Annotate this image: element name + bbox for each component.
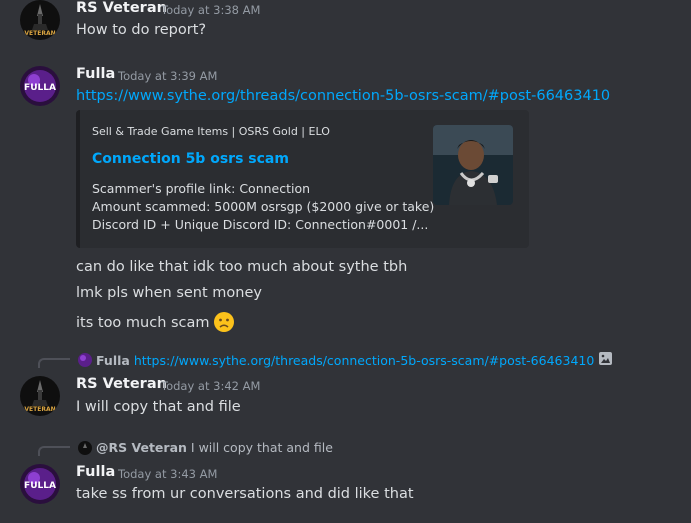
embed-description-line: Amount scammed: 5000M osrsgp ($2000 give…: [92, 199, 435, 214]
rs-veteran-avatar[interactable]: VETERAN: [20, 376, 60, 416]
reply-spine: [38, 358, 70, 368]
fulla-avatar-icon: FULLA: [20, 66, 60, 106]
message-text-content: its too much scam: [76, 315, 210, 331]
rs-veteran-avatar[interactable]: VETERAN: [20, 0, 60, 40]
embed-description-line: Scammer's profile link: Connection: [92, 181, 311, 196]
rs-veteran-avatar-icon: VETERAN: [20, 376, 60, 416]
reply-preview[interactable]: @RS Veteran I will copy that and file: [78, 440, 333, 455]
message-timestamp: Today at 3:38 AM: [161, 3, 261, 17]
message-author[interactable]: RS Veteran: [76, 0, 167, 16]
message-text: How to do report?: [76, 22, 207, 38]
person-thumbnail-icon: [433, 125, 513, 205]
fulla-avatar[interactable]: FULLA: [20, 66, 60, 106]
worried-face-emoji[interactable]: [213, 311, 235, 337]
embed-description-line: Discord ID + Unique Discord ID: Connecti…: [92, 217, 429, 232]
message-timestamp: Today at 3:42 AM: [161, 379, 261, 393]
message-text: I will copy that and file: [76, 399, 241, 415]
message-author[interactable]: RS Veteran: [76, 376, 167, 392]
fulla-mini-avatar: [78, 353, 92, 367]
fulla-avatar-icon: FULLA: [20, 464, 60, 504]
message-author[interactable]: Fulla: [76, 66, 115, 82]
reply-preview[interactable]: Fulla https://www.sythe.org/threads/conn…: [78, 351, 613, 369]
message-text: take ss from ur conversations and did li…: [76, 486, 414, 502]
embed-title[interactable]: Connection 5b osrs scam: [92, 151, 289, 167]
rs-veteran-avatar-icon: VETERAN: [20, 0, 60, 40]
message-timestamp: Today at 3:39 AM: [118, 69, 218, 83]
message-text: can do like that idk too much about syth…: [76, 259, 408, 275]
svg-text:FULLA: FULLA: [24, 83, 56, 93]
message-timestamp: Today at 3:43 AM: [118, 467, 218, 481]
reply-author[interactable]: @RS Veteran: [96, 440, 187, 455]
fulla-avatar[interactable]: FULLA: [20, 464, 60, 504]
reply-spine: [38, 446, 70, 456]
link-embed: Sell & Trade Game Items | OSRS Gold | EL…: [76, 110, 529, 248]
embed-provider[interactable]: Sell & Trade Game Items | OSRS Gold | EL…: [92, 125, 330, 138]
embed-thumbnail[interactable]: [433, 125, 513, 205]
reply-author[interactable]: Fulla: [96, 353, 130, 368]
message-text: lmk pls when sent money: [76, 285, 262, 301]
embed-description: Scammer's profile link: Connection Amoun…: [92, 180, 434, 234]
chat-message-list: VETERAN RS Veteran Today at 3:38 AM How …: [0, 0, 691, 523]
svg-text:FULLA: FULLA: [24, 481, 56, 491]
message-link[interactable]: https://www.sythe.org/threads/connection…: [76, 88, 610, 104]
message-author[interactable]: Fulla: [76, 464, 115, 480]
message-text: its too much scam: [76, 311, 235, 337]
rs-veteran-mini-avatar: [78, 440, 92, 455]
reply-text[interactable]: I will copy that and file: [191, 440, 333, 455]
image-icon: [598, 351, 613, 369]
svg-text:VETERAN: VETERAN: [24, 30, 55, 37]
svg-text:VETERAN: VETERAN: [24, 406, 55, 413]
reply-text[interactable]: https://www.sythe.org/threads/connection…: [134, 353, 594, 368]
